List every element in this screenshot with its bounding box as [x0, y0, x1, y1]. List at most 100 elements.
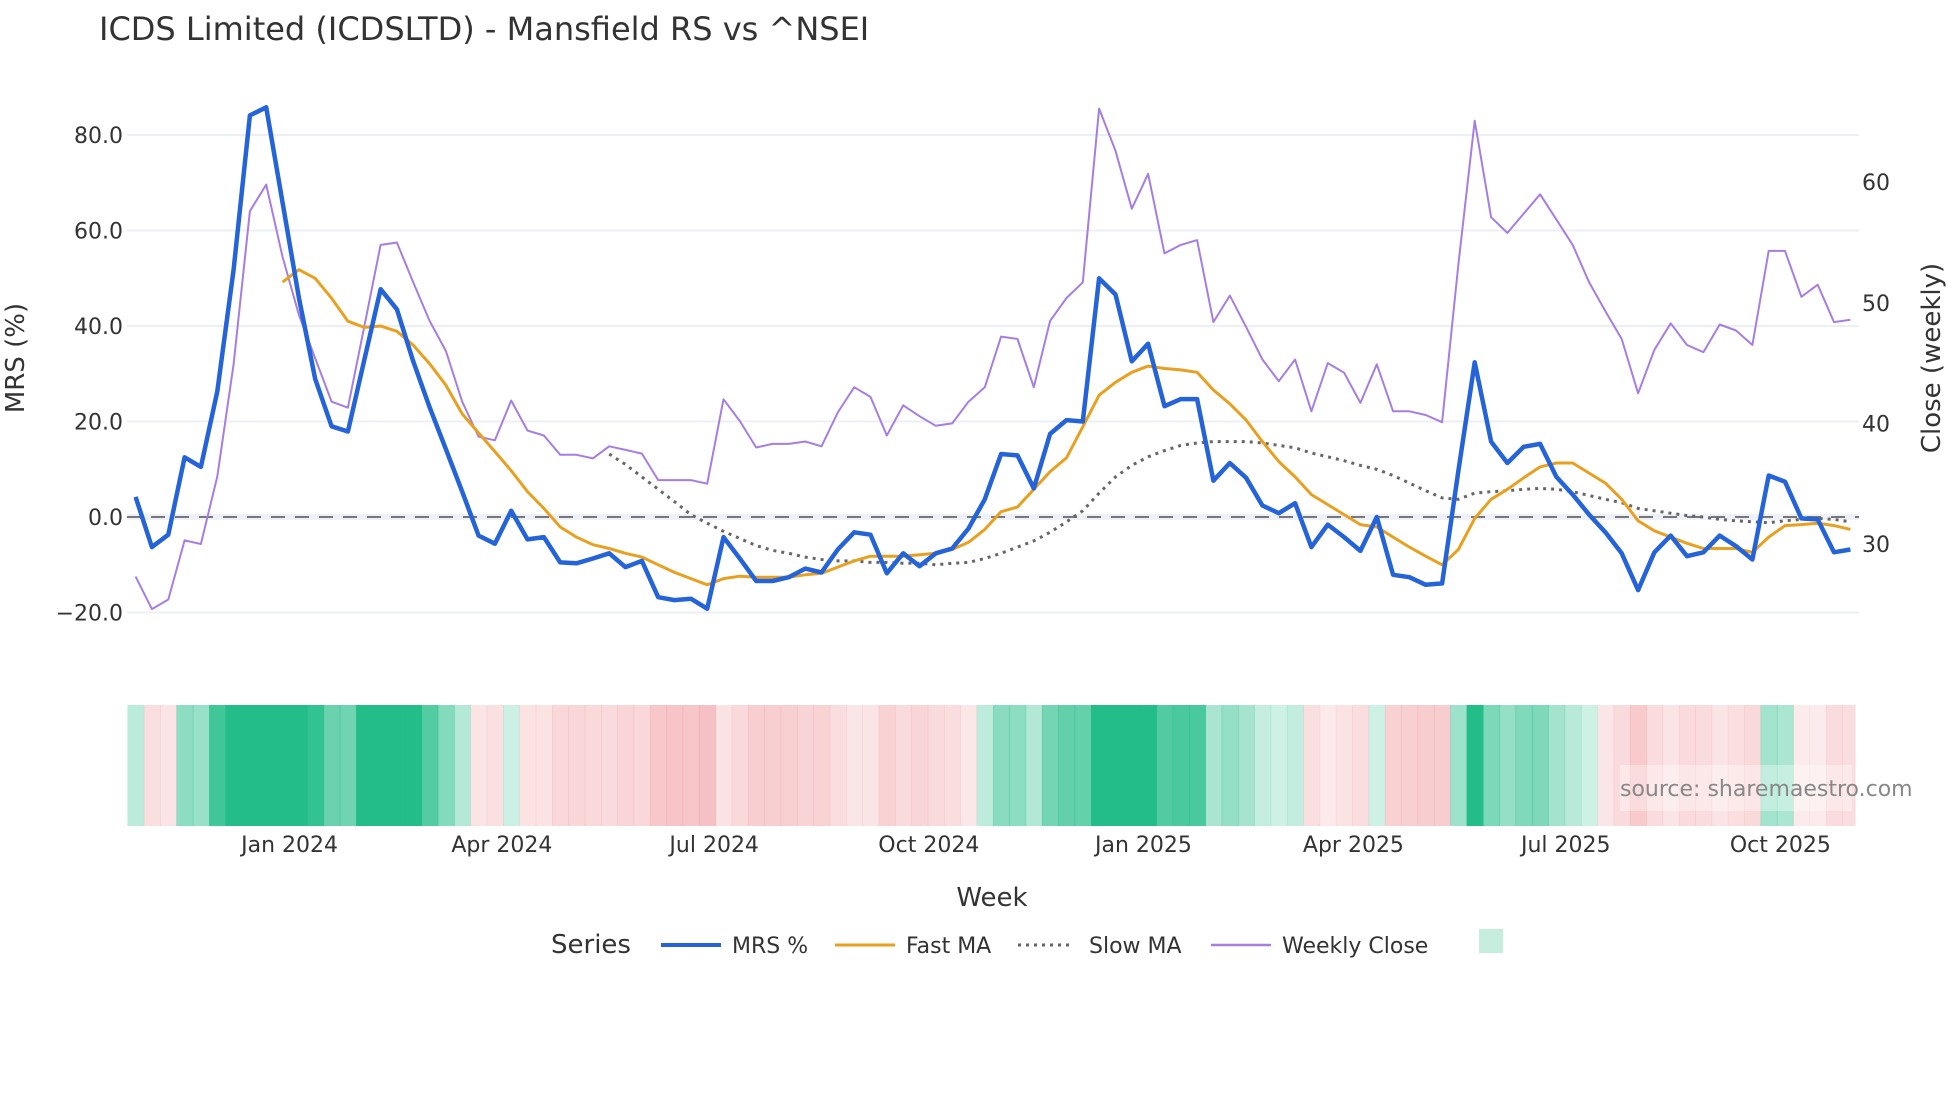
heatmap-cell [1107, 705, 1125, 826]
x-tick-label: Jul 2024 [667, 833, 759, 858]
heatmap-cell [731, 705, 749, 826]
y-axis-title: MRS (%) [1, 303, 31, 413]
heatmap-cell [519, 705, 537, 826]
heatmap-cell [274, 705, 292, 826]
heatmap-cell [1058, 705, 1076, 826]
x-axis-title: Week [956, 883, 1027, 913]
y-tick-label: 60.0 [74, 220, 123, 245]
y-axis-left-ticks: −20.0 0.0 20.0 40.0 60.0 80.0 [56, 124, 123, 627]
heatmap-cell [862, 705, 880, 826]
y-tick-label: 0.0 [88, 506, 123, 531]
gridlines [127, 134, 1859, 614]
x-axis-ticks: Jan 2024 Apr 2024 Jul 2024 Oct 2024 Jan 2025… [239, 833, 1831, 858]
heatmap-cell [486, 705, 504, 826]
series-line-slow-ma [608, 440, 1851, 567]
heatmap-cell [241, 705, 259, 826]
y2-tick-label: 30 [1862, 533, 1890, 558]
heatmap-cell [1548, 705, 1566, 826]
heatmap-cell [1319, 705, 1337, 826]
heatmap-cell [307, 705, 325, 826]
heatmap-cell [209, 705, 227, 826]
heatmap-cell [584, 705, 602, 826]
heatmap-cell [666, 705, 684, 826]
heatmap-cell [943, 705, 961, 826]
heatmap-cell [421, 705, 439, 826]
legend-item-mrs[interactable]: MRS % [732, 934, 808, 959]
heatmap-cell [699, 705, 716, 826]
heatmap-cell [176, 705, 194, 826]
heatmap-cell [503, 705, 520, 826]
y2-tick-label: 40 [1862, 412, 1890, 437]
heatmap-cell [1254, 705, 1272, 826]
heatmap-cell [552, 705, 569, 826]
source-label: source: sharemaestro.com [1620, 777, 1913, 802]
heatmap-cell [1531, 705, 1549, 826]
heatmap-cell [1090, 705, 1108, 826]
legend-item-weekly-close[interactable]: Weekly Close [1282, 934, 1428, 959]
heatmap-cell [1384, 705, 1402, 826]
heatmap-cell [1482, 705, 1500, 826]
heatmap-cell [1074, 705, 1092, 826]
heatmap-cell [1597, 705, 1615, 826]
heatmap-cell [878, 705, 896, 826]
y-tick-label: −20.0 [56, 602, 123, 627]
heatmap-cell [1580, 705, 1598, 826]
heatmap-cell [1515, 705, 1533, 826]
heatmap-cell [829, 705, 847, 826]
heatmap-cell [372, 705, 390, 826]
heatmap-cell [1237, 705, 1255, 826]
heatmap-cell [1041, 705, 1059, 826]
heatmap-cell [1466, 705, 1484, 826]
heatmap-cell [1188, 705, 1206, 826]
heatmap-cell [927, 705, 945, 826]
heatmap-cell [780, 705, 798, 826]
x-tick-label: Oct 2025 [1730, 833, 1831, 858]
heatmap-cell [1270, 705, 1288, 826]
heatmap-cell [1139, 705, 1157, 826]
legend-title: Series [551, 930, 631, 960]
heatmap-cell [1368, 705, 1386, 826]
heatmap-cell [748, 705, 765, 826]
heatmap-cell [160, 705, 178, 826]
heatmap-cell [1156, 705, 1174, 826]
heatmap-cell [1286, 705, 1304, 826]
heatmap-cell [650, 705, 667, 826]
heatmap-cell [535, 705, 553, 826]
y-tick-label: 40.0 [74, 315, 123, 340]
heatmap-cell [127, 705, 145, 826]
heatmap-cell [1303, 705, 1321, 826]
mrs-chart: ICDS Limited (ICDSLTD) - Mansfield RS vs… [1, 10, 1947, 960]
legend-swatch-heatmap[interactable] [1479, 929, 1503, 953]
heatmap-cell [1433, 705, 1451, 826]
heatmap-cell [323, 705, 341, 826]
heatmap-cell [1221, 705, 1239, 826]
chart-title: ICDS Limited (ICDSLTD) - Mansfield RS vs… [99, 10, 869, 48]
heatmap-cell [1009, 705, 1027, 826]
heatmap-cell [1025, 705, 1043, 826]
heatmap-cell [356, 705, 373, 826]
legend-item-slow-ma[interactable]: Slow MA [1089, 934, 1182, 959]
heatmap-cell [1450, 705, 1468, 826]
heatmap-cell [633, 705, 651, 826]
x-tick-label: Jan 2024 [239, 833, 338, 858]
heatmap-cell [1123, 705, 1141, 826]
heatmap-cell [617, 705, 635, 826]
heatmap-cell [568, 705, 586, 826]
heatmap-cell [143, 705, 161, 826]
heatmap-cell [894, 705, 912, 826]
heatmap-cell [1335, 705, 1353, 826]
heatmap-cell [290, 705, 308, 826]
legend-item-fast-ma[interactable]: Fast MA [906, 934, 991, 959]
heatmap-cell [911, 705, 929, 826]
heatmap-cell [976, 705, 994, 826]
y2-tick-label: 60 [1862, 171, 1890, 196]
x-tick-label: Jul 2025 [1519, 833, 1611, 858]
heatmap-strip [127, 705, 1856, 826]
heatmap-cell [388, 705, 406, 826]
series-line-weekly-close [134, 107, 1851, 611]
y2-tick-label: 50 [1862, 292, 1890, 317]
series-line-mrs [133, 105, 1851, 611]
heatmap-cell [992, 705, 1010, 826]
heatmap-cell [682, 705, 700, 826]
heatmap-cell [601, 705, 618, 826]
